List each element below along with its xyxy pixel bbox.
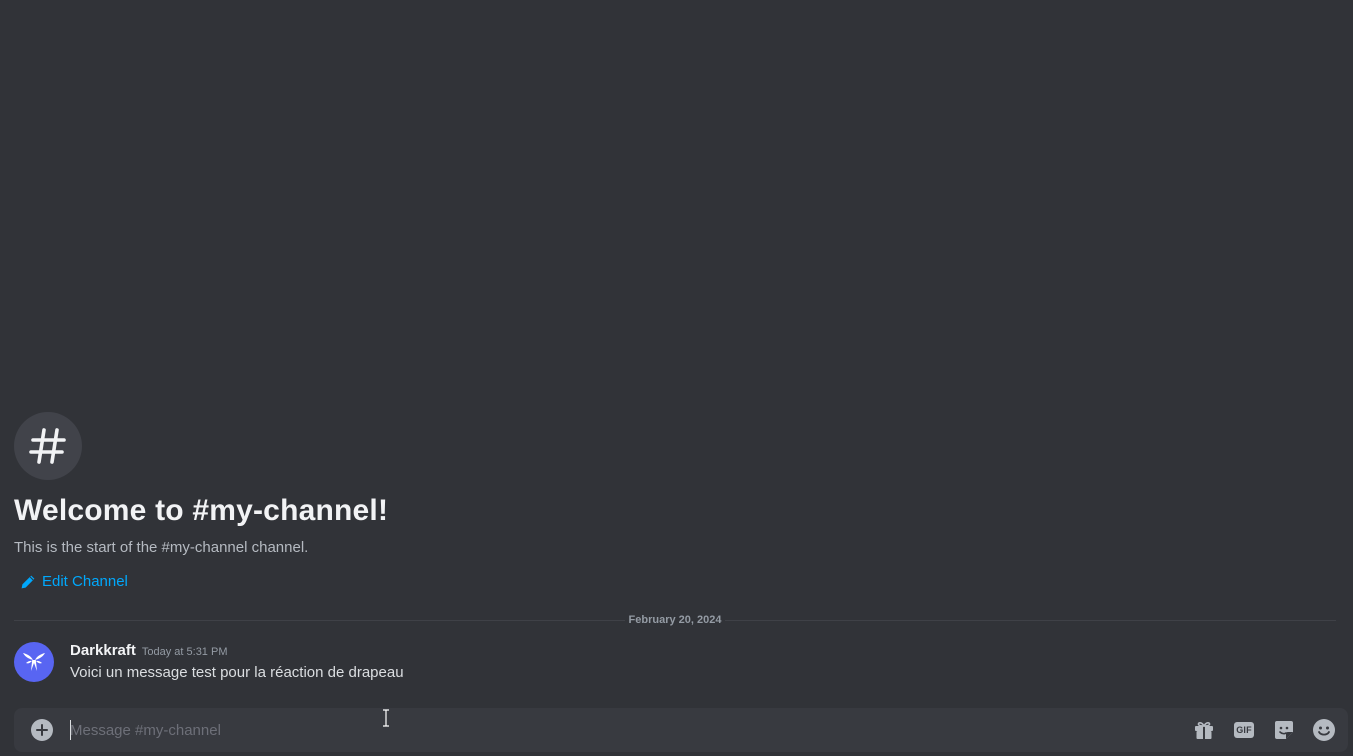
message-text: Voici un message test pour la réaction d… [70, 664, 404, 681]
gift-icon [1192, 718, 1216, 742]
sticker-icon [1272, 718, 1296, 742]
timestamp: Today at 5:31 PM [141, 646, 228, 658]
emoji-button[interactable] [1312, 718, 1336, 742]
divider-line [14, 619, 625, 621]
discord-logo-icon [20, 646, 48, 679]
edit-channel-label: Edit Channel [42, 573, 128, 590]
gif-button[interactable]: GIF [1232, 718, 1256, 742]
message-composer: GIF [14, 708, 1348, 752]
channel-hash-badge [14, 412, 82, 480]
plus-circle-icon [30, 719, 54, 746]
welcome-title: Welcome to #my-channel! [14, 494, 389, 527]
chat-view: Welcome to #my-channel! This is the star… [0, 0, 1353, 756]
divider-line [725, 619, 1337, 621]
pencil-icon [20, 574, 36, 590]
attach-button[interactable] [30, 718, 54, 742]
message-item: Darkkraft Today at 5:31 PM Voici un messa… [14, 641, 1314, 685]
gif-icon: GIF [1234, 722, 1254, 738]
message-input[interactable] [70, 708, 1170, 752]
edit-channel-button[interactable]: Edit Channel [20, 572, 128, 592]
emoji-icon [1312, 718, 1336, 742]
welcome-subtitle: This is the start of the #my-channel cha… [14, 539, 309, 556]
date-label: February 20, 2024 [628, 614, 722, 626]
gift-button[interactable] [1192, 718, 1216, 742]
sticker-button[interactable] [1272, 718, 1296, 742]
avatar[interactable] [14, 642, 54, 682]
text-caret [70, 720, 71, 740]
username[interactable]: Darkkraft [70, 642, 136, 659]
message-header: Darkkraft Today at 5:31 PM [70, 641, 227, 662]
date-divider: February 20, 2024 [14, 612, 1337, 628]
channel-welcome: Welcome to #my-channel! This is the star… [14, 412, 1014, 595]
hash-icon [26, 424, 70, 468]
